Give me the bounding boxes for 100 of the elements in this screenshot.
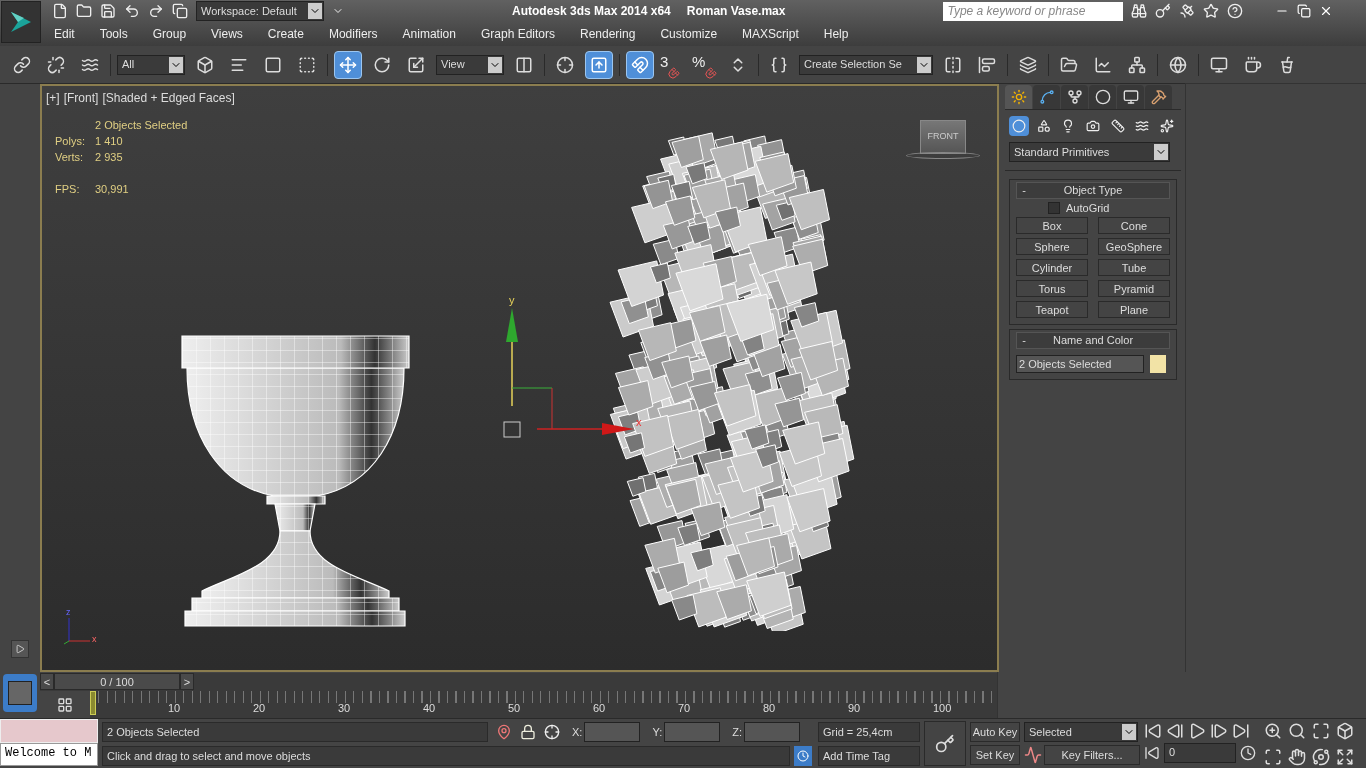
primitive-button[interactable]: GeoSphere (1098, 238, 1170, 255)
go-to-start-icon[interactable] (1144, 722, 1162, 740)
front-viewport[interactable]: [+] [Front] [Shaded + Edged Faces] 2 Objects Selected Polys: 1 410 Verts: 2 935 FPS: 30,991 y x FRONT z x (40, 84, 999, 672)
binoculars-icon[interactable] (1131, 3, 1148, 19)
menu-item[interactable]: Graph Editors (480, 25, 555, 43)
play-icon[interactable] (1188, 722, 1206, 740)
zoom-extents-icon[interactable] (1312, 722, 1330, 740)
lock-icon[interactable] (520, 724, 536, 740)
toolbar-button[interactable] (334, 50, 362, 79)
viewcube[interactable]: FRONT (920, 120, 966, 154)
satellite-dish-icon[interactable] (1179, 3, 1196, 19)
primitive-button[interactable]: Pyramid (1098, 280, 1170, 297)
zoom-extents-all-icon[interactable] (1336, 722, 1354, 740)
object-name-field[interactable]: 2 Objects Selected (1016, 355, 1144, 373)
toolbar-button[interactable] (626, 50, 654, 79)
snap-toggle[interactable]: % (692, 50, 718, 79)
current-frame-field[interactable]: 0 (1164, 743, 1236, 763)
project-folder-icon[interactable] (172, 3, 188, 19)
key-mode-dropdown[interactable]: Selected (1024, 722, 1138, 742)
go-to-end-icon[interactable] (1232, 722, 1250, 740)
time-configuration-icon[interactable] (1240, 745, 1256, 761)
auto-key-button[interactable]: Auto Key (970, 722, 1020, 742)
field-of-view-icon[interactable] (1264, 747, 1282, 766)
add-time-tag-button[interactable]: Add Time Tag (818, 746, 920, 766)
star-icon[interactable] (1203, 3, 1220, 19)
primitive-button[interactable]: Sphere (1016, 238, 1088, 255)
previous-frame-icon[interactable] (1166, 722, 1184, 740)
primitive-button[interactable]: Box (1016, 217, 1088, 234)
toolbar-dropdown[interactable]: View (436, 54, 504, 75)
zoom-all-icon[interactable] (1288, 722, 1306, 740)
menu-item[interactable]: Animation (402, 25, 456, 43)
panel-tab[interactable] (1033, 85, 1060, 109)
time-slider-track[interactable]: < 0 / 100 > (40, 673, 997, 691)
menu-item[interactable]: Help (823, 25, 849, 43)
transform-mode-icon[interactable] (544, 724, 560, 740)
frame-marker[interactable] (90, 691, 96, 715)
application-button[interactable] (1, 1, 41, 43)
menu-item[interactable]: Group (152, 25, 187, 43)
coordinate-field[interactable] (664, 722, 721, 742)
listener-input[interactable] (0, 719, 98, 743)
toolbar-dropdown[interactable]: All (117, 54, 185, 75)
expand-panel-icon[interactable] (11, 640, 29, 658)
orbit-icon[interactable] (1312, 747, 1330, 766)
autogrid-checkbox[interactable] (1048, 202, 1060, 214)
toolbar-dropdown[interactable]: Create Selection Se (799, 54, 933, 75)
viewport-label[interactable]: [Shaded + Edged Faces] (102, 89, 235, 107)
snap-toggle[interactable]: 3 (660, 50, 686, 79)
isolate-icon[interactable] (496, 724, 512, 740)
menu-item[interactable]: Edit (54, 25, 75, 43)
previous-frame-button[interactable]: < (40, 673, 54, 690)
set-keys-button[interactable] (924, 721, 966, 766)
zoom-icon[interactable] (1264, 722, 1282, 740)
undo-icon[interactable] (124, 3, 140, 19)
menu-item[interactable]: Views (211, 25, 243, 43)
primitive-button[interactable]: Cylinder (1016, 259, 1088, 276)
workspace-dropdown[interactable]: Workspace: Default (196, 1, 324, 21)
coordinate-field[interactable] (744, 722, 800, 742)
primitives-dropdown[interactable]: Standard Primitives (1009, 142, 1170, 162)
maximize-viewport-icon[interactable] (1336, 747, 1354, 766)
rollout-header[interactable]: - Object Type (1016, 182, 1170, 199)
panel-tab[interactable] (1005, 85, 1032, 109)
primitive-button[interactable]: Torus (1016, 280, 1088, 297)
help-icon[interactable] (1227, 3, 1244, 19)
key-icon[interactable] (1155, 3, 1172, 19)
panel-tab[interactable] (1145, 85, 1172, 109)
track-bar[interactable]: 10 20 30 40 50 60 70 80 90 100 (90, 691, 997, 718)
primitive-button[interactable]: Plane (1098, 301, 1170, 318)
color-swatch[interactable] (1150, 355, 1166, 373)
listener-output[interactable]: Welcome to M (0, 743, 98, 766)
panel-tab[interactable] (1089, 85, 1116, 109)
rollout-header[interactable]: - Name and Color (1016, 332, 1170, 349)
viewport-label[interactable]: [+] (46, 89, 60, 107)
panel-tab[interactable] (1061, 85, 1088, 109)
menu-item[interactable]: MAXScript (742, 25, 799, 43)
toolbar-button[interactable] (585, 50, 613, 79)
key-mode-toggle-icon[interactable] (1144, 745, 1160, 761)
pan-icon[interactable] (1288, 747, 1306, 766)
mini-curve-editor-icon[interactable] (3, 674, 37, 712)
next-frame-button[interactable]: > (180, 673, 194, 690)
primitive-button[interactable]: Teapot (1016, 301, 1088, 318)
primitive-button[interactable]: Tube (1098, 259, 1170, 276)
category-button[interactable] (1009, 116, 1029, 136)
open-file-icon[interactable] (76, 3, 92, 19)
menu-item[interactable]: Create (267, 25, 304, 43)
restore-icon[interactable] (1297, 4, 1312, 18)
primitive-button[interactable]: Cone (1098, 217, 1170, 234)
viewport-label[interactable]: [Front] (63, 89, 99, 107)
key-filters-button[interactable]: Key Filters... (1044, 745, 1140, 765)
key-tangent-icon[interactable] (1024, 746, 1042, 764)
menu-item[interactable]: Rendering (580, 25, 636, 43)
redo-icon[interactable] (148, 3, 164, 19)
menu-item[interactable]: Customize (660, 25, 718, 43)
menu-item[interactable]: Modifiers (328, 25, 378, 43)
panel-tab[interactable] (1117, 85, 1144, 109)
coordinate-field[interactable] (584, 722, 641, 742)
save-icon[interactable] (100, 3, 116, 19)
search-field[interactable]: Type a keyword or phrase (943, 1, 1124, 21)
new-file-icon[interactable] (52, 3, 68, 19)
time-tag-icon[interactable] (794, 746, 812, 766)
next-frame-icon[interactable] (1210, 722, 1228, 740)
